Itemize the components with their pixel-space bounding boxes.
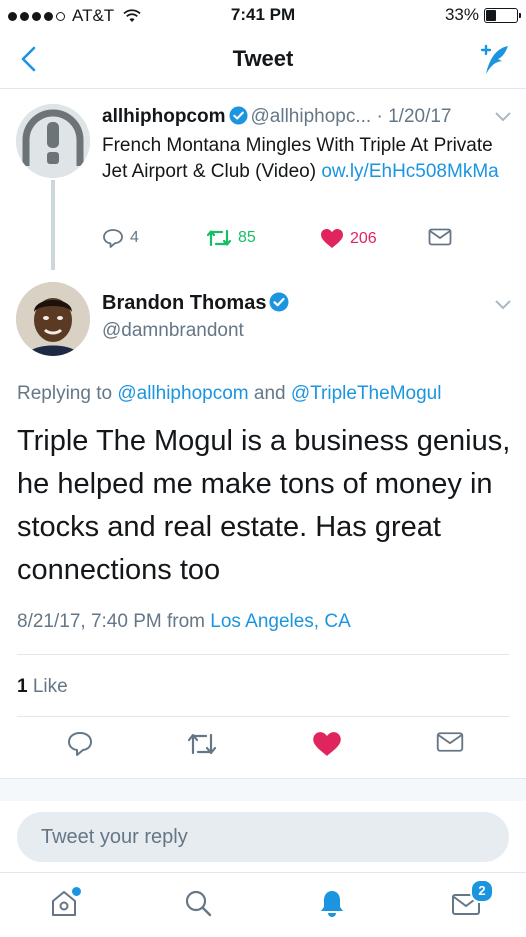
tweet-location[interactable]: Los Angeles, CA bbox=[210, 611, 350, 632]
separator-dot: · bbox=[371, 106, 389, 127]
parent-reply-action[interactable]: 4 bbox=[102, 228, 139, 248]
parent-tweet-link[interactable]: ow.ly/EhHc508MkMa bbox=[321, 161, 498, 182]
message-icon bbox=[428, 228, 452, 246]
like-count: 1 bbox=[17, 676, 28, 697]
verified-icon bbox=[228, 106, 248, 125]
author-name[interactable]: Brandon Thomas bbox=[102, 292, 292, 315]
replying-to: Replying to @allhiphopcom and @TripleThe… bbox=[17, 383, 441, 405]
tweet-timestamp: 8/21/17, 7:40 PM bbox=[17, 611, 162, 632]
parent-like-action[interactable]: 206 bbox=[320, 228, 377, 249]
replying-user-allhiphopcom[interactable]: @allhiphopcom bbox=[117, 383, 248, 404]
allhiphop-avatar[interactable] bbox=[16, 104, 90, 178]
brandon-thomas-avatar[interactable] bbox=[16, 282, 90, 356]
parent-author-name[interactable]: allhiphopcom bbox=[102, 106, 226, 127]
tab-bar: 2 bbox=[0, 872, 526, 937]
tweet-text: Triple The Mogul is a business genius, h… bbox=[17, 425, 511, 586]
tweet-meta: 8/21/17, 7:40 PM from Los Angeles, CA bbox=[17, 611, 351, 633]
heart-icon bbox=[321, 229, 343, 248]
parent-author-handle[interactable]: @allhiphopc... bbox=[251, 106, 372, 127]
allhiphop-logo bbox=[16, 104, 90, 178]
status-bar: AT&T 7:41 PM 33% bbox=[0, 0, 526, 30]
battery-status: 33% bbox=[444, 5, 521, 25]
parent-tweet-date: 1/20/17 bbox=[388, 106, 452, 127]
battery-icon bbox=[484, 7, 521, 23]
tweet-actions bbox=[0, 730, 526, 764]
notifications-icon bbox=[321, 891, 343, 917]
author-handle[interactable]: @damnbrandont bbox=[102, 320, 244, 342]
reply-icon bbox=[103, 229, 123, 248]
tab-home[interactable] bbox=[48, 885, 83, 924]
tab-messages[interactable]: 2 bbox=[450, 879, 494, 924]
replying-prefix: Replying to bbox=[17, 383, 118, 404]
tab-search[interactable] bbox=[182, 887, 214, 924]
compose-icon[interactable] bbox=[476, 42, 512, 78]
like-label: Like bbox=[27, 676, 68, 697]
search-icon bbox=[185, 890, 212, 917]
tab-notifications[interactable] bbox=[316, 887, 348, 924]
replying-user-triplethemogul[interactable]: @TripleTheMogul bbox=[291, 383, 442, 404]
author-name-text: Brandon Thomas bbox=[102, 292, 267, 314]
divider bbox=[17, 654, 509, 655]
retweet-icon[interactable] bbox=[186, 730, 218, 758]
home-new-dot bbox=[70, 885, 83, 898]
messages-badge: 2 bbox=[470, 879, 494, 903]
thread-connector bbox=[51, 180, 55, 270]
parent-message-action[interactable] bbox=[428, 228, 452, 246]
retweet-icon bbox=[206, 229, 232, 247]
page-title: Tweet bbox=[232, 46, 294, 71]
reply-icon[interactable] bbox=[66, 730, 94, 758]
parent-retweet-action[interactable]: 85 bbox=[206, 228, 256, 248]
reply-input[interactable]: Tweet your reply bbox=[17, 812, 509, 862]
parent-tweet-actions: 4 85 206 bbox=[102, 228, 512, 252]
chevron-down-icon[interactable] bbox=[494, 110, 512, 122]
divider bbox=[17, 716, 509, 717]
from-label: from bbox=[161, 611, 211, 632]
parent-tweet-header: allhiphopcom @allhiphopc... · 1/20/17 bbox=[102, 106, 512, 128]
chevron-down-icon[interactable] bbox=[494, 298, 512, 310]
profile-photo bbox=[16, 282, 90, 356]
verified-icon bbox=[269, 292, 289, 312]
message-icon[interactable] bbox=[436, 730, 464, 754]
battery-percent: 33% bbox=[444, 5, 479, 24]
parent-retweet-count: 85 bbox=[238, 229, 256, 246]
like-count-summary[interactable]: 1 Like bbox=[17, 676, 68, 698]
heart-icon[interactable] bbox=[312, 730, 342, 758]
navigation-bar: Tweet bbox=[0, 30, 526, 89]
section-separator bbox=[0, 778, 526, 801]
replying-and: and bbox=[248, 383, 291, 404]
parent-reply-count: 4 bbox=[130, 229, 139, 246]
parent-like-count: 206 bbox=[350, 229, 377, 247]
parent-tweet-text: French Montana Mingles With Triple At Pr… bbox=[102, 133, 512, 185]
reply-placeholder: Tweet your reply bbox=[41, 826, 188, 848]
